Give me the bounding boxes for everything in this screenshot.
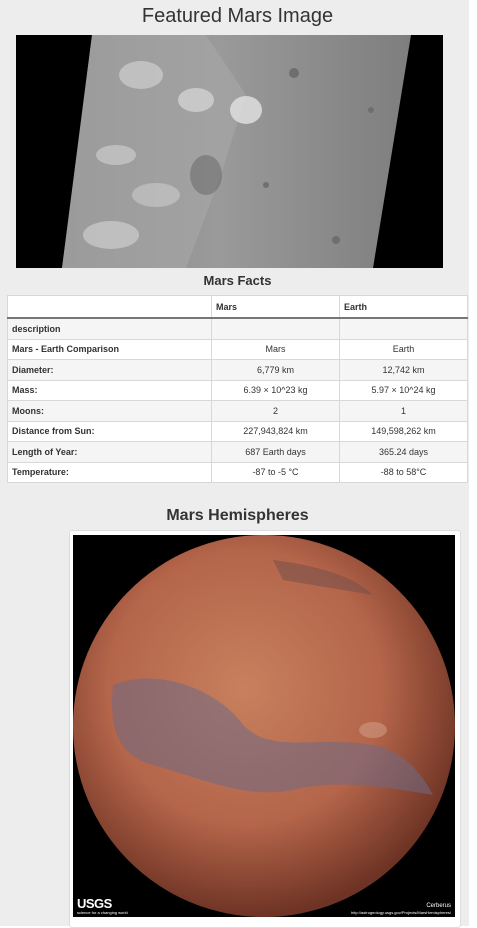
row-label: Mars - Earth Comparison xyxy=(7,338,212,360)
table-header-row: Mars Earth xyxy=(7,295,468,319)
earth-value xyxy=(339,317,468,340)
row-label: Moons: xyxy=(7,400,212,422)
mars-value: -87 to -5 °C xyxy=(211,461,340,483)
table-row: description xyxy=(7,317,468,340)
table-row: Distance from Sun: 227,943,824 km 149,59… xyxy=(7,420,468,442)
mars-value: 6,779 km xyxy=(211,359,340,381)
row-label: description xyxy=(7,317,212,340)
earth-value: 365.24 days xyxy=(339,441,468,463)
mars-value: 687 Earth days xyxy=(211,441,340,463)
usgs-logo: USGS xyxy=(77,896,112,911)
featured-mars-image[interactable] xyxy=(16,35,443,268)
earth-value: 12,742 km xyxy=(339,359,468,381)
main-panel: Featured Mars Image Mars Facts Mars Eart… xyxy=(0,0,469,928)
row-label: Length of Year: xyxy=(7,441,212,463)
hemisphere-credit-name: Cerberus xyxy=(426,903,451,909)
featured-image-graphic xyxy=(16,35,443,268)
mars-value: 2 xyxy=(211,400,340,422)
earth-value: 1 xyxy=(339,400,468,422)
mars-value: Mars xyxy=(211,338,340,360)
row-label: Distance from Sun: xyxy=(7,420,212,442)
table-row: Mars - Earth Comparison Mars Earth xyxy=(7,338,468,360)
row-label: Temperature: xyxy=(7,461,212,483)
table-row: Moons: 2 1 xyxy=(7,400,468,422)
earth-value: 5.97 × 10^24 kg xyxy=(339,379,468,401)
earth-value: 149,598,262 km xyxy=(339,420,468,442)
mars-facts-title: Mars Facts xyxy=(203,273,272,288)
column-header: Earth xyxy=(339,295,468,319)
hemispheres-title: Mars Hemispheres xyxy=(166,507,309,524)
hemisphere-image[interactable]: USGS science for a changing world Cerber… xyxy=(73,535,455,917)
page-margin xyxy=(469,0,477,926)
mars-value: 227,943,824 km xyxy=(211,420,340,442)
table-row: Length of Year: 687 Earth days 365.24 da… xyxy=(7,441,468,463)
column-header xyxy=(7,295,212,319)
earth-value: -88 to 58°C xyxy=(339,461,468,483)
hemisphere-credit-url: http://astrogeology.usgs.gov/Projects/Ma… xyxy=(351,910,451,915)
mars-facts-table: Mars Earth description Mars - Earth Comp… xyxy=(7,295,468,483)
featured-image-title: Featured Mars Image xyxy=(141,5,334,27)
row-label: Diameter: xyxy=(7,359,212,381)
row-label: Mass: xyxy=(7,379,212,401)
mars-globe-graphic xyxy=(73,535,455,917)
usgs-logo-subtitle: science for a changing world xyxy=(77,910,128,915)
mars-value xyxy=(211,317,340,340)
table-row: Temperature: -87 to -5 °C -88 to 58°C xyxy=(7,461,468,483)
table-row: Diameter: 6,779 km 12,742 km xyxy=(7,359,468,381)
column-header: Mars xyxy=(211,295,340,319)
table-row: Mass: 6.39 × 10^23 kg 5.97 × 10^24 kg xyxy=(7,379,468,401)
earth-value: Earth xyxy=(339,338,468,360)
mars-value: 6.39 × 10^23 kg xyxy=(211,379,340,401)
